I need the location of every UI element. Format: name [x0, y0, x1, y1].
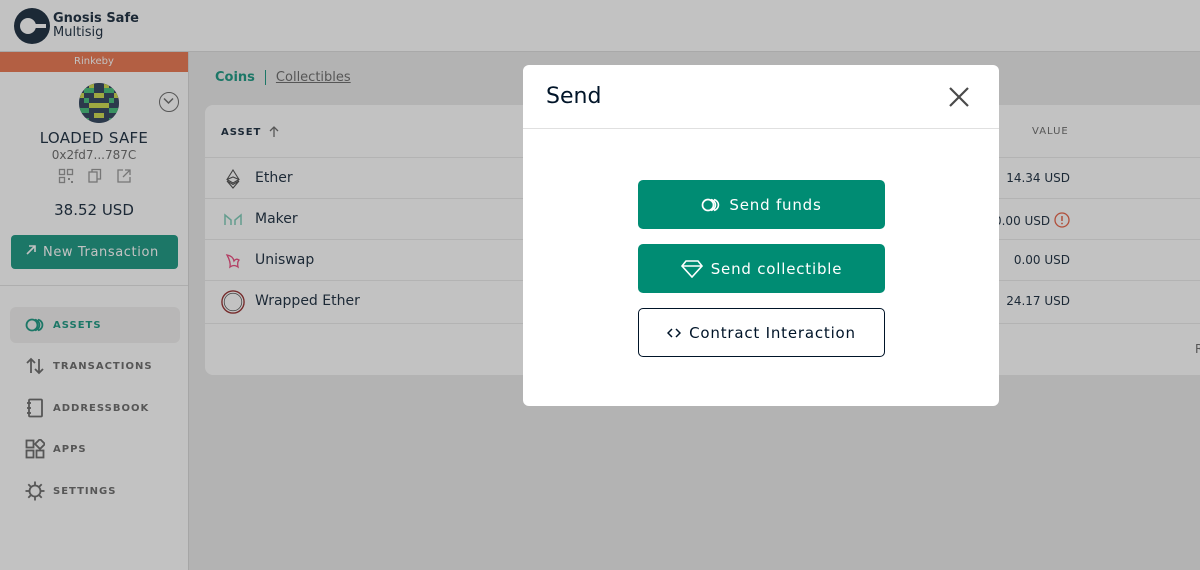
close-icon[interactable] — [948, 86, 970, 108]
send-funds-button[interactable]: Send funds — [638, 180, 885, 229]
code-icon — [667, 327, 682, 339]
send-collectible-button[interactable]: Send collectible — [638, 244, 885, 293]
modal-divider — [523, 128, 999, 129]
send-funds-label: Send funds — [729, 195, 822, 214]
diamond-icon — [680, 259, 703, 278]
contract-interaction-label: Contract Interaction — [689, 323, 856, 342]
send-modal: Send Send funds Send collectible Contrac… — [523, 65, 999, 406]
contract-interaction-button[interactable]: Contract Interaction — [638, 308, 885, 357]
send-collectible-label: Send collectible — [710, 259, 843, 278]
modal-title: Send — [546, 84, 602, 109]
coins-icon — [701, 198, 721, 212]
